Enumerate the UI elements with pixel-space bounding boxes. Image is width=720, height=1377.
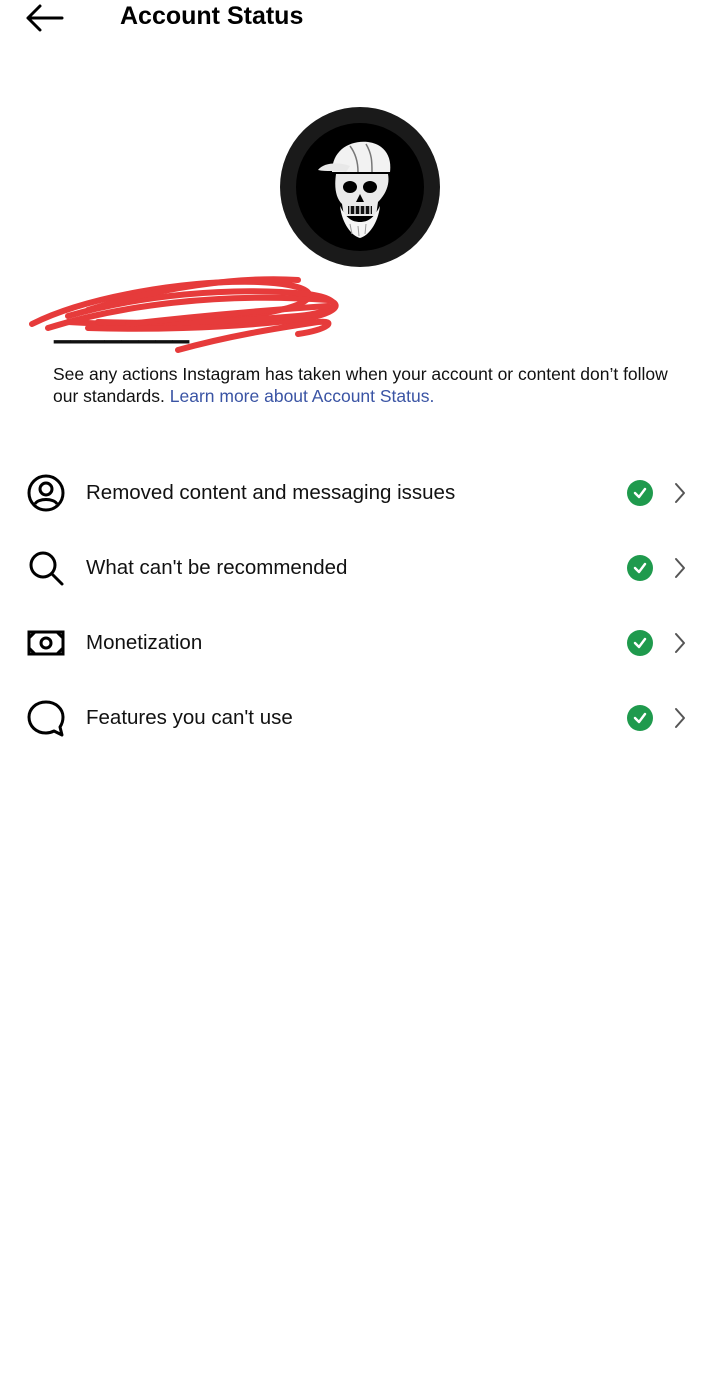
chevron-right-icon (670, 480, 690, 506)
check-circle-icon (627, 479, 653, 506)
check-circle-icon (627, 629, 653, 656)
list-item-cant-be-recommended[interactable]: What can't be recommended (0, 530, 720, 605)
list-item-label: Removed content and messaging issues (86, 480, 456, 504)
list-item-removed-content[interactable]: Removed content and messaging issues (0, 455, 720, 530)
list-item-features-cant-use[interactable]: Features you can't use (0, 680, 720, 755)
header: Account Status (0, 0, 720, 40)
chevron-right-icon (670, 630, 690, 656)
list-item-label: What can't be recommended (86, 555, 348, 579)
account-status-page: Account Status ▁▁▁▁▁▁▁▁ See any actions … (0, 0, 720, 1377)
search-icon (26, 548, 66, 588)
list-item-monetization[interactable]: Monetization (0, 605, 720, 680)
page-title: Account Status (120, 2, 304, 30)
chevron-right-icon (670, 705, 690, 731)
learn-more-link[interactable]: Learn more about Account Status. (170, 386, 435, 406)
list-item-label: Features you can't use (86, 705, 293, 729)
check-circle-icon (627, 704, 653, 731)
back-button[interactable] (24, 0, 68, 36)
chevron-right-icon (670, 555, 690, 581)
skull-with-cap-avatar (318, 141, 391, 238)
list-item-label: Monetization (86, 630, 203, 654)
check-circle-icon (627, 554, 653, 581)
intro-text: See any actions Instagram has taken when… (53, 363, 673, 407)
avatar-image (296, 123, 424, 251)
username-redacted: ▁▁▁▁▁▁▁▁ (28, 266, 348, 362)
redaction-scribble (29, 276, 339, 353)
person-circle-icon (26, 473, 66, 513)
arrow-left-icon[interactable] (24, 2, 64, 34)
speech-bubble-icon (26, 698, 66, 738)
status-list: Removed content and messaging issues Wha… (0, 455, 720, 755)
avatar (280, 107, 440, 267)
money-icon (26, 623, 66, 663)
